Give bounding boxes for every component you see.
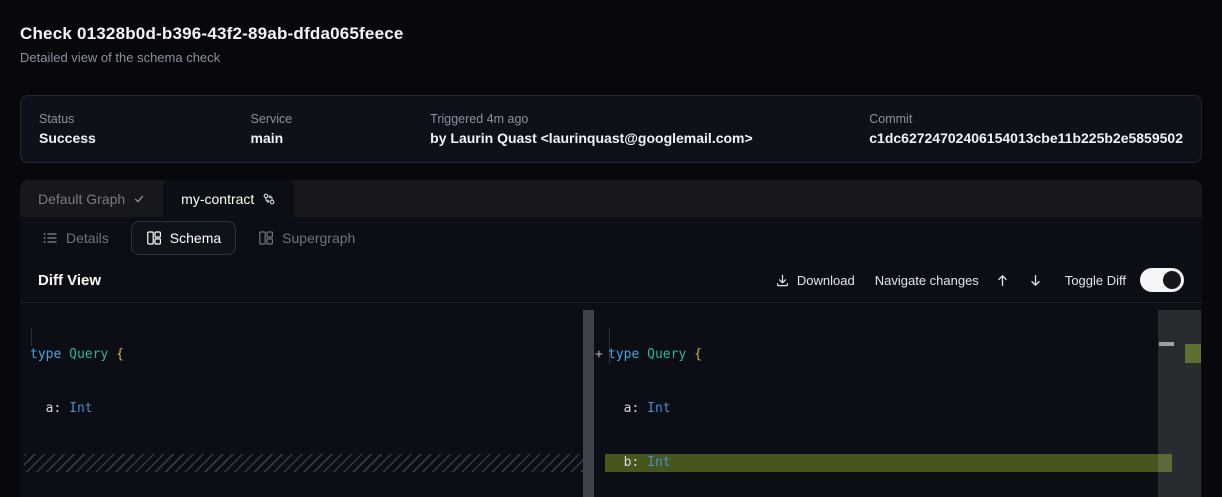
added-code-line: b: Int bbox=[594, 454, 1202, 472]
check-icon bbox=[133, 193, 145, 205]
code-line: type Query { bbox=[20, 346, 594, 364]
view-tab-label: Schema bbox=[170, 230, 221, 246]
status-field: Status Success bbox=[39, 112, 251, 147]
tab-schema[interactable]: Schema bbox=[131, 221, 236, 255]
commit-field: Commit c1dc62724702406154013cbe11b225b2e… bbox=[869, 112, 1183, 147]
triggered-label: Triggered 4m ago bbox=[430, 112, 869, 127]
indent-guide bbox=[609, 328, 610, 364]
navigate-changes-label: Navigate changes bbox=[875, 273, 979, 288]
diff-editor: type Query { a: Int } + type Query { a: … bbox=[20, 303, 1202, 497]
page-title: Check 01328b0d-b396-43f2-89ab-dfda065fee… bbox=[20, 23, 404, 45]
added-change-ruler-marker bbox=[1185, 344, 1201, 363]
code-block-before: type Query { a: Int } bbox=[20, 303, 594, 497]
diff-view-title: Diff View bbox=[38, 272, 101, 289]
columns-icon bbox=[146, 230, 162, 246]
arrow-down-icon bbox=[1028, 273, 1043, 288]
triggered-field: Triggered 4m ago by Laurin Quast <laurin… bbox=[430, 112, 869, 147]
columns-icon bbox=[258, 230, 274, 246]
download-button[interactable]: Download bbox=[775, 273, 855, 288]
status-value: Success bbox=[39, 130, 251, 147]
next-change-button[interactable] bbox=[1026, 273, 1045, 288]
download-label: Download bbox=[797, 273, 855, 288]
service-value: main bbox=[251, 130, 431, 147]
tab-details[interactable]: Details bbox=[32, 221, 119, 255]
toggle-knob bbox=[1163, 271, 1181, 289]
graph-tab-label: Default Graph bbox=[38, 191, 125, 207]
code-line: type Query { bbox=[594, 346, 1202, 364]
commit-label: Commit bbox=[869, 112, 1183, 127]
page-header: Check 01328b0d-b396-43f2-89ab-dfda065fee… bbox=[20, 23, 404, 66]
commit-value: c1dc62724702406154013cbe11b225b2e5859502 bbox=[869, 130, 1183, 147]
diff-view-header: Diff View Download Navigate changes bbox=[20, 258, 1202, 303]
graph-tab-strip: Default Graph my-contract bbox=[20, 180, 1202, 217]
indent-guide bbox=[31, 328, 32, 346]
tab-supergraph[interactable]: Supergraph bbox=[248, 221, 365, 255]
diff-toolbar: Download Navigate changes Toggle Diff bbox=[775, 268, 1184, 292]
status-label: Status bbox=[39, 112, 251, 127]
schema-check-page: Check 01328b0d-b396-43f2-89ab-dfda065fee… bbox=[0, 0, 1222, 497]
view-tab-bar: Details Schema Supergraph bbox=[20, 217, 1202, 258]
download-icon bbox=[775, 273, 790, 288]
code-block-after: type Query { a: Int b: Int } bbox=[594, 303, 1202, 497]
toggle-diff-label: Toggle Diff bbox=[1065, 273, 1126, 288]
tab-my-contract[interactable]: my-contract bbox=[163, 180, 294, 217]
diff-pane-after[interactable]: type Query { a: Int b: Int } bbox=[594, 303, 1202, 497]
after-pane-scrollbar[interactable] bbox=[1158, 310, 1201, 497]
removed-line-placeholder bbox=[24, 454, 583, 472]
code-line: a: Int bbox=[594, 400, 1202, 418]
tab-default-graph[interactable]: Default Graph bbox=[20, 180, 163, 217]
list-icon bbox=[42, 230, 58, 246]
check-content-panel: Default Graph my-contract bbox=[20, 180, 1202, 497]
check-status-card: Status Success Service main Triggered 4m… bbox=[20, 95, 1202, 163]
view-tab-label: Supergraph bbox=[282, 230, 355, 246]
toggle-diff-switch[interactable] bbox=[1140, 268, 1184, 292]
previous-change-button[interactable] bbox=[993, 273, 1012, 288]
before-pane-scrollbar[interactable] bbox=[583, 310, 594, 497]
code-line: a: Int bbox=[20, 400, 594, 418]
service-label: Service bbox=[251, 112, 431, 127]
service-field: Service main bbox=[251, 112, 431, 147]
diff-pane-before[interactable]: type Query { a: Int } bbox=[20, 303, 594, 497]
triggered-value: by Laurin Quast <laurinquast@googlemail.… bbox=[430, 130, 869, 147]
view-tab-label: Details bbox=[66, 230, 109, 246]
arrow-up-icon bbox=[995, 273, 1010, 288]
graph-tab-label: my-contract bbox=[181, 191, 254, 207]
page-subtitle: Detailed view of the schema check bbox=[20, 50, 404, 66]
git-compare-icon bbox=[262, 192, 276, 206]
scrollbar-thumb[interactable] bbox=[1159, 342, 1174, 346]
